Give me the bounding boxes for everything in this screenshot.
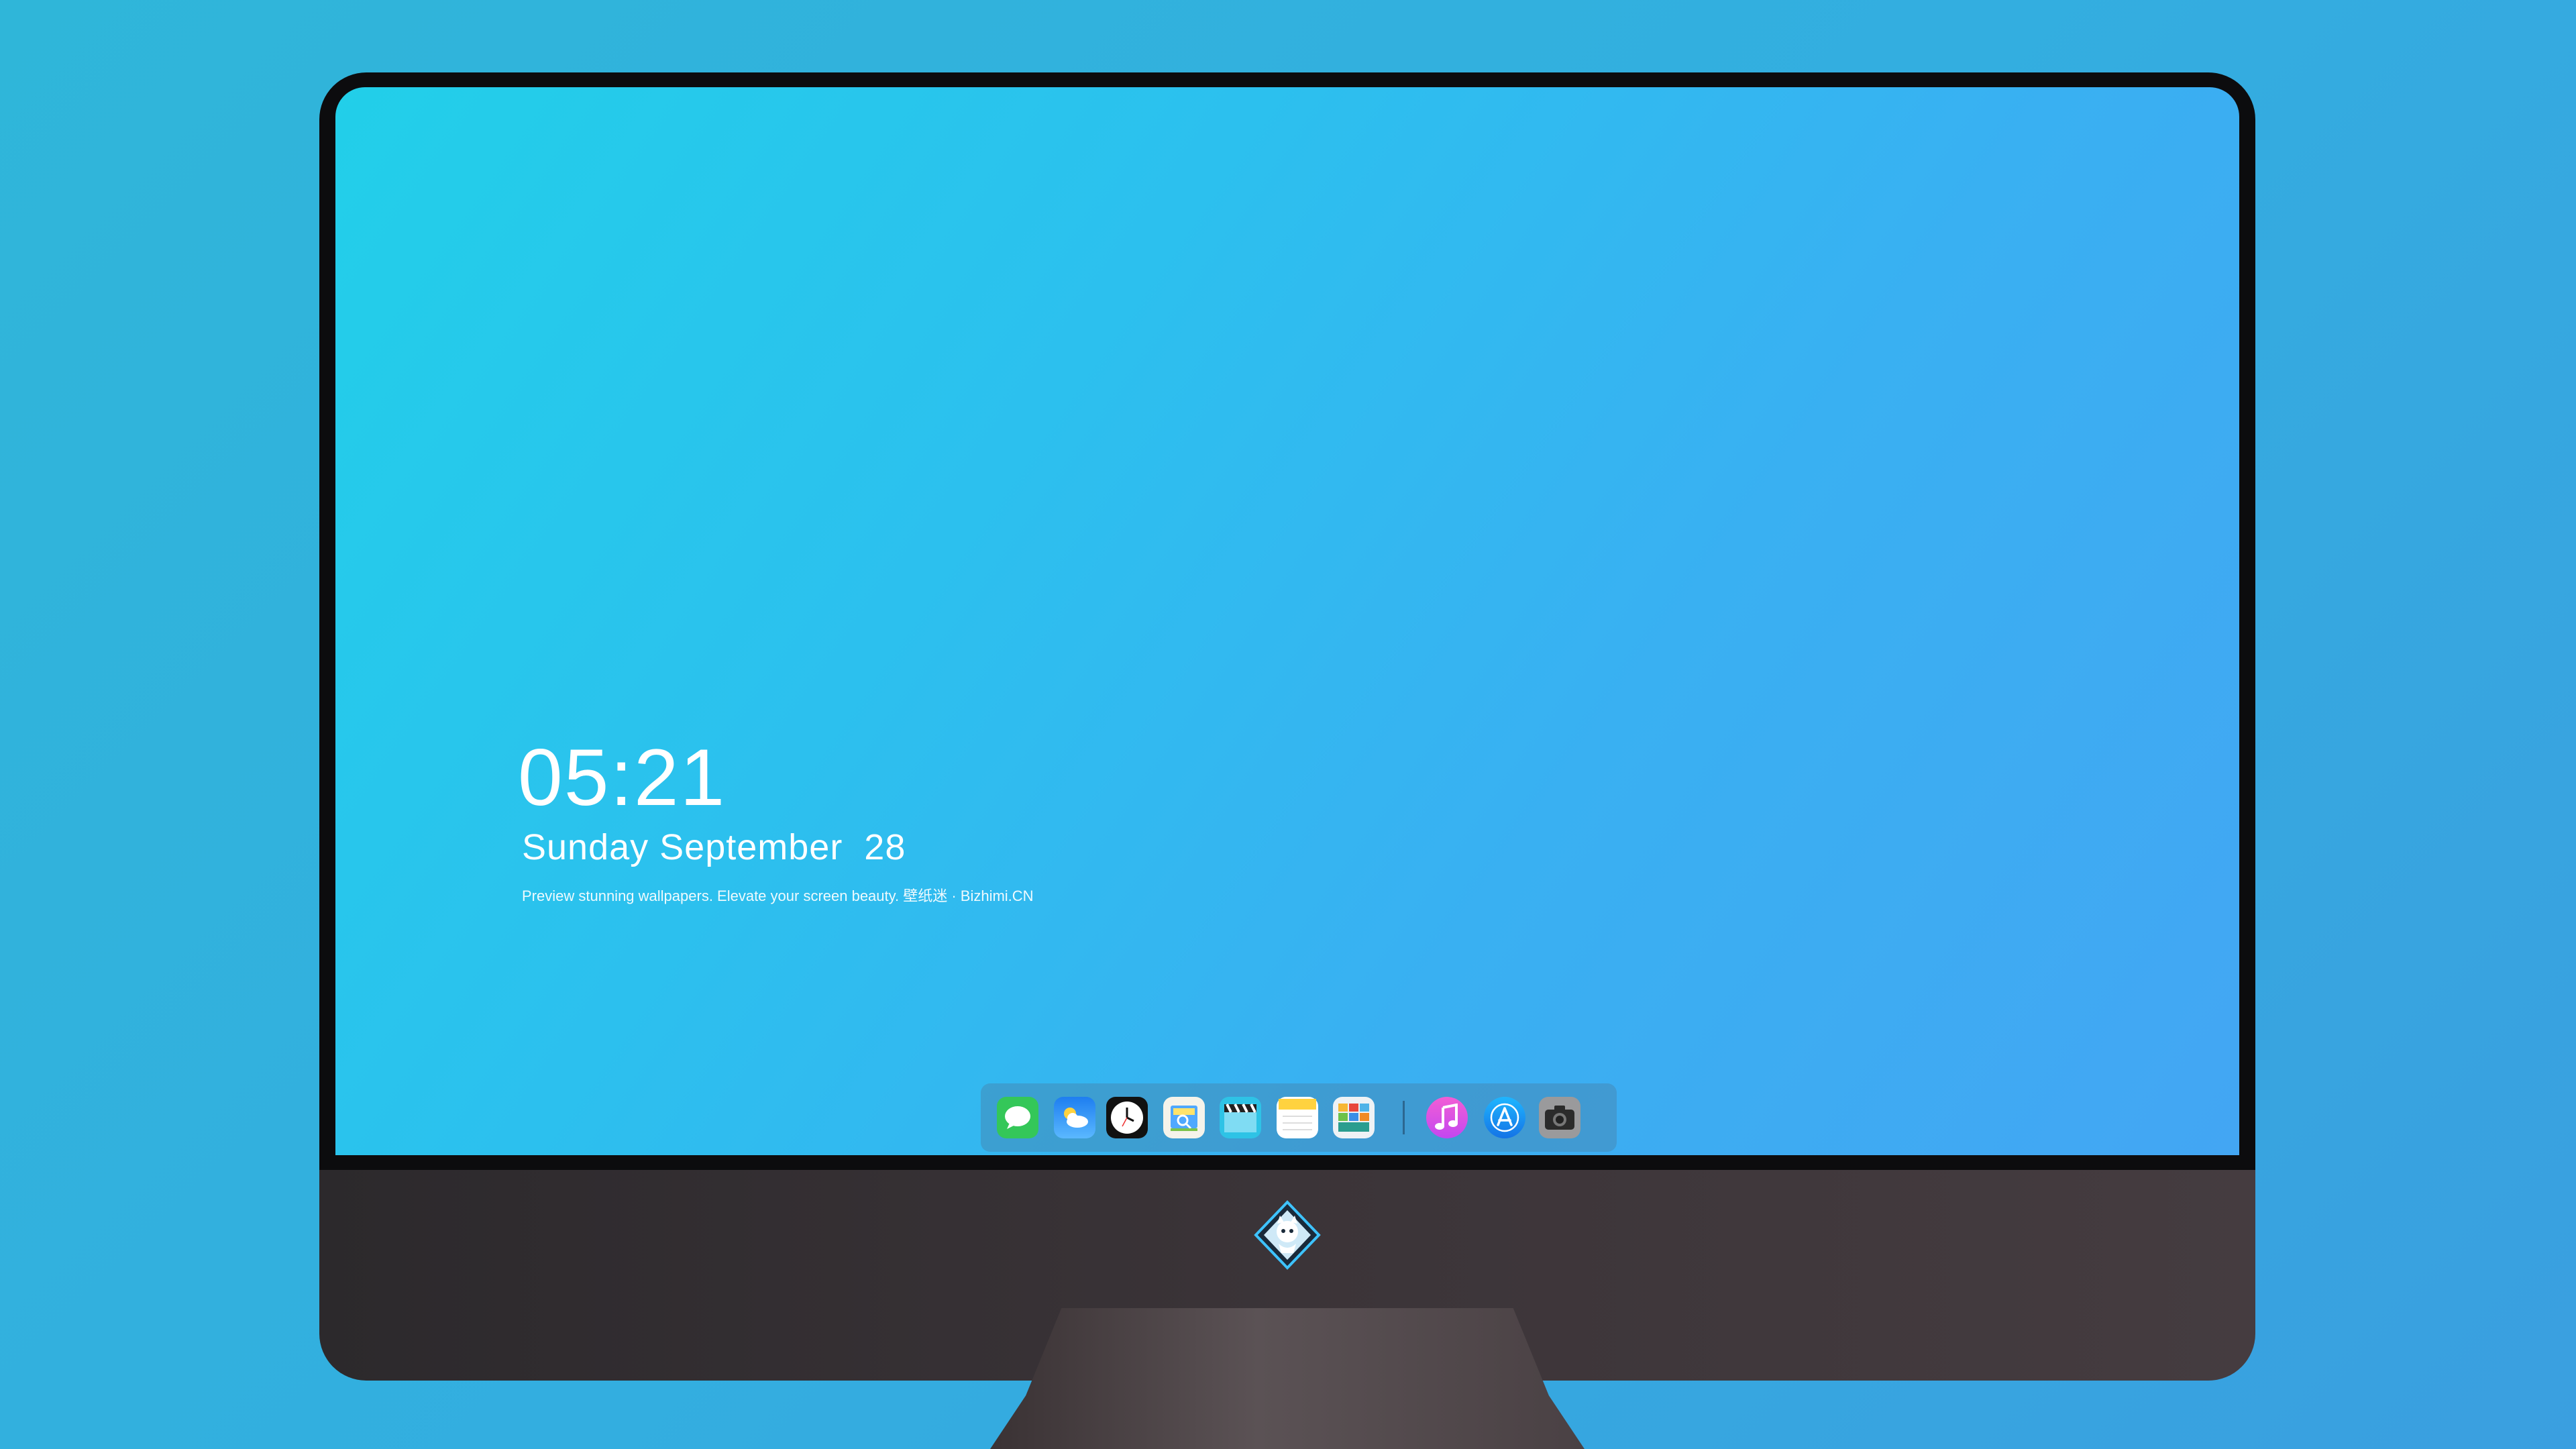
lockscreen-time: 05:21 — [518, 733, 727, 822]
lockscreen-date: Sunday September 28 — [522, 827, 906, 867]
photo-grid-icon[interactable] — [1333, 1097, 1375, 1138]
weather-icon[interactable] — [1054, 1097, 1095, 1138]
dock — [981, 1083, 1617, 1152]
clock-icon[interactable] — [1106, 1097, 1148, 1138]
messages-icon[interactable] — [997, 1097, 1038, 1138]
music-icon[interactable] — [1426, 1097, 1468, 1138]
monitor-stand — [990, 1308, 1585, 1449]
lockscreen-caption: Preview stunning wallpapers. Elevate you… — [522, 888, 1034, 904]
lock-screen[interactable]: 05:21 Sunday September 28 Preview stunni… — [335, 87, 2239, 1155]
notes-icon[interactable] — [1277, 1097, 1318, 1138]
camera-icon[interactable] — [1539, 1097, 1580, 1138]
mascot-logo-icon — [1252, 1199, 1323, 1271]
dock-separator — [1403, 1101, 1405, 1134]
app-store-icon[interactable] — [1484, 1097, 1525, 1138]
preview-icon[interactable] — [1163, 1097, 1205, 1138]
clapper-icon[interactable] — [1220, 1097, 1261, 1138]
monitor: 05:21 Sunday September 28 Preview stunni… — [319, 72, 2255, 1381]
